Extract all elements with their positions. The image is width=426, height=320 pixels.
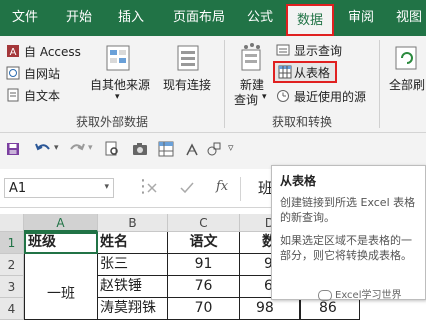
cell-c1[interactable]: 语文 xyxy=(168,232,240,254)
cell-c3[interactable]: 76 xyxy=(168,276,240,298)
cell-c2[interactable]: 91 xyxy=(168,254,240,276)
other-sources-icon xyxy=(106,45,130,71)
cell-e4[interactable]: 86 xyxy=(300,298,360,320)
tab-file[interactable]: 文件 xyxy=(0,0,50,36)
cell-a1[interactable]: 班级 xyxy=(24,232,98,254)
from-table-label: 从表格 xyxy=(294,66,331,80)
name-box-value: A1 xyxy=(9,181,27,196)
from-text-button[interactable]: 自文本 xyxy=(24,87,60,104)
column-header-c[interactable]: C xyxy=(168,214,240,232)
cell-b3[interactable]: 赵铁锤 xyxy=(98,276,168,298)
customize-qat-icon[interactable]: ▿ xyxy=(228,141,234,154)
tab-home[interactable]: 开始 xyxy=(56,0,102,36)
tooltip-note: 如果选定区域不是表格的一部分，则它将转换成表格。 xyxy=(280,234,412,262)
tab-data[interactable]: 数据 xyxy=(286,4,334,36)
group-separator xyxy=(379,40,380,128)
tooltip-description: 创建链接到所选 Excel 表格的新查询。 xyxy=(280,196,416,224)
tab-page-layout[interactable]: 页面布局 xyxy=(164,0,234,36)
save-icon[interactable] xyxy=(6,142,20,156)
row-header-3[interactable]: 3 xyxy=(0,276,24,298)
from-access-button[interactable]: 自 Access xyxy=(24,43,81,60)
cell-c4[interactable]: 70 xyxy=(168,298,240,320)
chevron-down-icon[interactable]: ▾ xyxy=(88,143,93,153)
sort-icon[interactable] xyxy=(184,141,200,157)
text-file-icon xyxy=(7,88,19,102)
cell-b4[interactable]: 涛莫翔铢 xyxy=(98,298,168,320)
row-header-1[interactable]: 1 xyxy=(0,232,24,254)
recent-sources-icon xyxy=(277,90,289,102)
tooltip-title: 从表格 xyxy=(280,174,317,188)
watermark-text: Excel学习世界 xyxy=(335,290,402,301)
column-header-b[interactable]: B xyxy=(98,214,168,232)
tab-insert[interactable]: 插入 xyxy=(108,0,154,36)
cell-a2-merged[interactable]: 一班 xyxy=(24,254,98,320)
existing-connections-button[interactable]: 现有连接 xyxy=(163,76,211,93)
show-queries-button[interactable]: 显示查询 xyxy=(294,42,342,59)
chevron-down-icon: ▾ xyxy=(104,182,109,192)
insert-function-icon[interactable]: fx xyxy=(216,179,228,194)
new-query-label-2: 查询 xyxy=(234,93,259,107)
ribbon-tab-bar: 文件 开始 插入 页面布局 公式 数据 审阅 视图 xyxy=(0,0,426,36)
show-queries-icon xyxy=(276,44,290,56)
select-all-corner[interactable] xyxy=(0,214,24,232)
svg-text:A: A xyxy=(10,47,17,58)
from-web-button[interactable]: 自网站 xyxy=(24,65,60,82)
access-icon: A xyxy=(7,45,19,58)
camera-icon[interactable] xyxy=(132,142,148,156)
group-label-get-transform: 获取和转换 xyxy=(272,115,333,129)
existing-connections-icon xyxy=(177,45,199,71)
column-header-a[interactable]: A xyxy=(24,214,98,232)
table-format-icon[interactable] xyxy=(158,141,174,157)
tab-view[interactable]: 视图 xyxy=(388,0,426,36)
refresh-all-icon xyxy=(395,46,417,70)
group-separator xyxy=(224,40,225,128)
cell-b2[interactable]: 张三 xyxy=(98,254,168,276)
chevron-down-icon: ▾ xyxy=(262,92,267,102)
chevron-down-icon: ▾ xyxy=(115,92,120,102)
print-preview-icon[interactable] xyxy=(104,141,120,157)
name-box[interactable]: A1 ▾ xyxy=(4,178,114,198)
enter-icon[interactable] xyxy=(180,182,194,194)
new-query-icon xyxy=(241,43,261,71)
recent-sources-button[interactable]: 最近使用的源 xyxy=(294,88,366,105)
redo-icon[interactable] xyxy=(68,141,86,157)
cell-d4[interactable]: 98 xyxy=(240,298,300,320)
row-header-4[interactable]: 4 xyxy=(0,298,24,320)
formula-divider xyxy=(240,177,241,201)
tab-formulas[interactable]: 公式 xyxy=(240,0,280,36)
group-label-get-external-data: 获取外部数据 xyxy=(76,115,149,129)
wechat-icon xyxy=(318,289,332,301)
cell-b1[interactable]: 姓名 xyxy=(98,232,168,254)
table-icon xyxy=(278,65,292,79)
tab-review[interactable]: 审阅 xyxy=(340,0,382,36)
row-header-2[interactable]: 2 xyxy=(0,254,24,276)
cancel-icon[interactable] xyxy=(146,182,158,194)
watermark: Excel学习世界 xyxy=(318,286,402,301)
other-sources-button[interactable]: 自其他来源 xyxy=(90,76,150,93)
refresh-all-button[interactable]: 全部刷 xyxy=(389,76,425,93)
shapes-icon[interactable] xyxy=(206,141,222,157)
web-icon xyxy=(6,66,20,80)
from-table-tooltip: 从表格 创建链接到所选 Excel 表格的新查询。 如果选定区域不是表格的一部分… xyxy=(271,165,426,300)
undo-icon[interactable] xyxy=(34,141,52,157)
chevron-down-icon[interactable]: ▾ xyxy=(54,143,59,153)
